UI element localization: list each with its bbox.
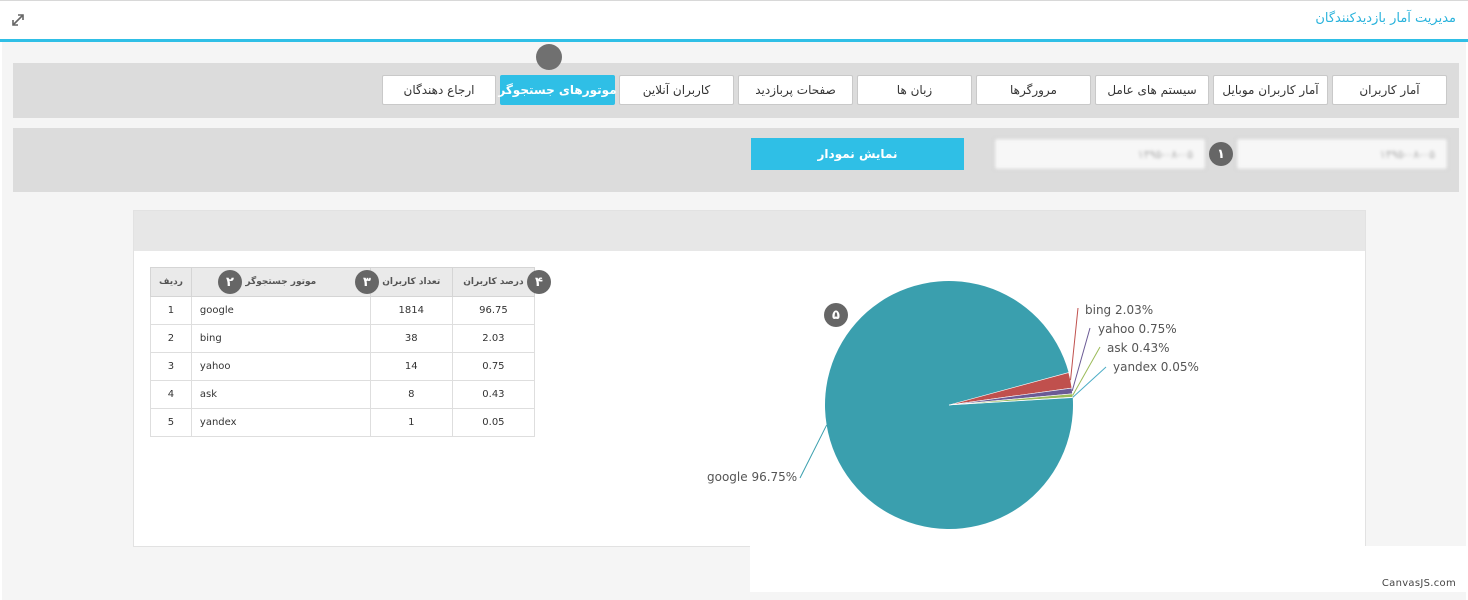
- pie-label-yahoo: yahoo 0.75%: [1098, 322, 1177, 336]
- pie-label-ask: ask 0.43%: [1107, 341, 1170, 355]
- leader-line-ask: [1072, 346, 1101, 396]
- pie-label-yandex: yandex 0.05%: [1113, 360, 1199, 374]
- pie-label-bing: bing 2.03%: [1085, 303, 1153, 317]
- pie-label-google: google 96.75%: [707, 470, 797, 484]
- chart-watermark: CanvasJS.com: [1381, 578, 1456, 589]
- search-engine-pie-chart: google 96.75% bing 2.03% yahoo 0.75% ask 0.…: [707, 281, 1199, 530]
- leader-line-google: [799, 424, 828, 479]
- leader-line-bing: [1070, 307, 1079, 381]
